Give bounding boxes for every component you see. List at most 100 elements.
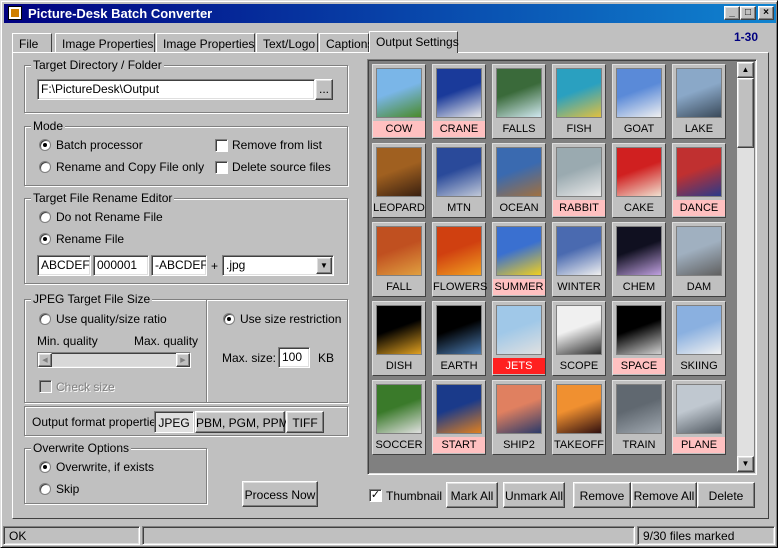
remove-from-list-checkbox[interactable] xyxy=(215,139,228,152)
rename-suffix-input[interactable]: -ABCDEF xyxy=(151,255,207,276)
thumbnail-image[interactable] xyxy=(556,226,602,276)
thumbnail-image[interactable] xyxy=(496,305,542,355)
thumbnail-cell[interactable]: SOCCER xyxy=(372,380,426,455)
thumbnail-cell[interactable]: RABBIT xyxy=(552,143,606,218)
thumbnail-image[interactable] xyxy=(496,226,542,276)
thumbnail-image[interactable] xyxy=(436,305,482,355)
mark-all-button[interactable]: Mark All xyxy=(446,482,498,508)
thumbnail-cell[interactable]: DANCE xyxy=(672,143,726,218)
process-now-button[interactable]: Process Now xyxy=(242,481,318,507)
thumbnail-image[interactable] xyxy=(616,384,662,434)
thumbnail-cell[interactable]: DAM xyxy=(672,222,726,297)
slider-left-icon[interactable]: ◀ xyxy=(38,353,52,367)
close-button[interactable]: × xyxy=(758,6,774,20)
thumbnail-image[interactable] xyxy=(436,147,482,197)
thumbnail-image[interactable] xyxy=(496,384,542,434)
thumbnail-image[interactable] xyxy=(676,68,722,118)
vertical-scrollbar[interactable]: ▲ ▼ xyxy=(737,62,754,472)
thumbnail-cell[interactable]: FALLS xyxy=(492,64,546,139)
thumbnail-cell[interactable]: WINTER xyxy=(552,222,606,297)
tab-image-properties-2[interactable]: Image Properties 2 xyxy=(156,33,264,53)
rename-copy-radio[interactable] xyxy=(39,161,51,173)
thumbnail-cell[interactable]: FLOWERS xyxy=(432,222,487,297)
thumbnail-cell[interactable]: FALL xyxy=(372,222,426,297)
rename-file-radio[interactable] xyxy=(39,233,51,245)
tab-image-properties-1[interactable]: Image Properties 1 xyxy=(55,33,163,53)
thumbnail-cell[interactable]: TRAIN xyxy=(612,380,666,455)
thumbnail-image[interactable] xyxy=(496,68,542,118)
thumbnail-cell[interactable]: START xyxy=(432,380,486,455)
thumbnail-image[interactable] xyxy=(556,147,602,197)
thumbnail-cell[interactable]: LEOPARD xyxy=(372,143,426,218)
check-size-checkbox[interactable] xyxy=(39,380,52,393)
skip-radio[interactable] xyxy=(39,483,51,495)
thumbnail-image[interactable] xyxy=(556,68,602,118)
thumbnail-cell[interactable]: SUMMER xyxy=(492,222,546,297)
delete-button[interactable]: Delete xyxy=(697,482,755,508)
thumbnail-image[interactable] xyxy=(376,305,422,355)
unmark-all-button[interactable]: Unmark All xyxy=(503,482,565,508)
browse-button[interactable]: ... xyxy=(315,79,333,100)
scroll-up-icon[interactable]: ▲ xyxy=(737,62,754,78)
thumbnail-cell[interactable]: EARTH xyxy=(432,301,486,376)
tab-captions[interactable]: Captions xyxy=(319,33,373,53)
thumbnail-image[interactable] xyxy=(616,68,662,118)
thumbnail-image[interactable] xyxy=(496,147,542,197)
thumbnail-cell[interactable]: SKIING xyxy=(672,301,726,376)
thumbnail-image[interactable] xyxy=(556,384,602,434)
maximize-button[interactable]: □ xyxy=(740,6,756,20)
thumbnail-cell[interactable]: GOAT xyxy=(612,64,666,139)
thumbnail-cell[interactable]: SHIP2 xyxy=(492,380,546,455)
batch-processor-radio[interactable] xyxy=(39,139,51,151)
thumbnail-cell[interactable]: JETS xyxy=(492,301,546,376)
thumbnail-image[interactable] xyxy=(556,305,602,355)
slider-right-icon[interactable]: ▶ xyxy=(176,353,190,367)
thumbnail-image[interactable] xyxy=(616,305,662,355)
target-directory-input[interactable]: F:\PictureDesk\Output xyxy=(37,79,315,100)
thumbnail-image[interactable] xyxy=(676,147,722,197)
thumbnail-image[interactable] xyxy=(616,147,662,197)
thumbnail-cell[interactable]: TAKEOFF xyxy=(552,380,606,455)
tab-file[interactable]: File xyxy=(12,33,52,53)
thumbnail-checkbox[interactable]: ✓ xyxy=(369,489,382,502)
thumbnail-image[interactable] xyxy=(436,68,482,118)
format-jpeg-button[interactable]: JPEG xyxy=(154,411,194,433)
tab-text-logo[interactable]: Text/Logo xyxy=(256,33,318,53)
rename-prefix-input[interactable]: ABCDEF- xyxy=(37,255,91,276)
thumbnail-image[interactable] xyxy=(616,226,662,276)
format-tiff-button[interactable]: TIFF xyxy=(286,411,324,433)
delete-source-checkbox[interactable] xyxy=(215,161,228,174)
thumbnail-cell[interactable]: OCEAN xyxy=(492,143,546,218)
thumbnail-image[interactable] xyxy=(436,226,482,276)
format-pbm-button[interactable]: PBM, PGM, PPM xyxy=(195,411,289,433)
rename-counter-input[interactable]: 000001 xyxy=(93,255,149,276)
tab-output-settings[interactable]: Output Settings xyxy=(369,31,459,53)
thumbnail-cell[interactable]: SPACE xyxy=(612,301,666,376)
remove-button[interactable]: Remove xyxy=(573,482,631,508)
scroll-thumb[interactable] xyxy=(737,78,754,148)
scroll-down-icon[interactable]: ▼ xyxy=(737,456,754,472)
no-rename-radio[interactable] xyxy=(39,211,51,223)
thumbnail-image[interactable] xyxy=(676,226,722,276)
thumbnail-cell[interactable]: MTN xyxy=(432,143,486,218)
use-size-restriction-radio[interactable] xyxy=(223,313,235,325)
max-size-input[interactable]: 100 xyxy=(278,347,310,368)
thumbnail-cell[interactable]: COW xyxy=(372,64,426,139)
thumbnail-cell[interactable]: SCOPE xyxy=(552,301,606,376)
thumbnail-image[interactable] xyxy=(376,384,422,434)
thumbnail-cell[interactable]: PLANE xyxy=(672,380,726,455)
thumbnail-image[interactable] xyxy=(676,305,722,355)
thumbnail-image[interactable] xyxy=(436,384,482,434)
quality-slider[interactable]: ◀ ▶ xyxy=(37,352,191,368)
extension-select[interactable]: .jpg ▼ xyxy=(222,255,334,276)
overwrite-radio[interactable] xyxy=(39,461,51,473)
thumbnail-cell[interactable]: DISH xyxy=(372,301,426,376)
chevron-down-icon[interactable]: ▼ xyxy=(316,257,332,274)
thumbnail-cell[interactable]: CRANE xyxy=(432,64,486,139)
title-bar[interactable]: Picture-Desk Batch Converter _ □ × xyxy=(4,4,776,23)
quality-ratio-radio[interactable] xyxy=(39,313,51,325)
remove-all-button[interactable]: Remove All xyxy=(631,482,697,508)
thumbnail-image[interactable] xyxy=(376,226,422,276)
thumbnail-cell[interactable]: CHEM xyxy=(612,222,666,297)
minimize-button[interactable]: _ xyxy=(724,6,740,20)
